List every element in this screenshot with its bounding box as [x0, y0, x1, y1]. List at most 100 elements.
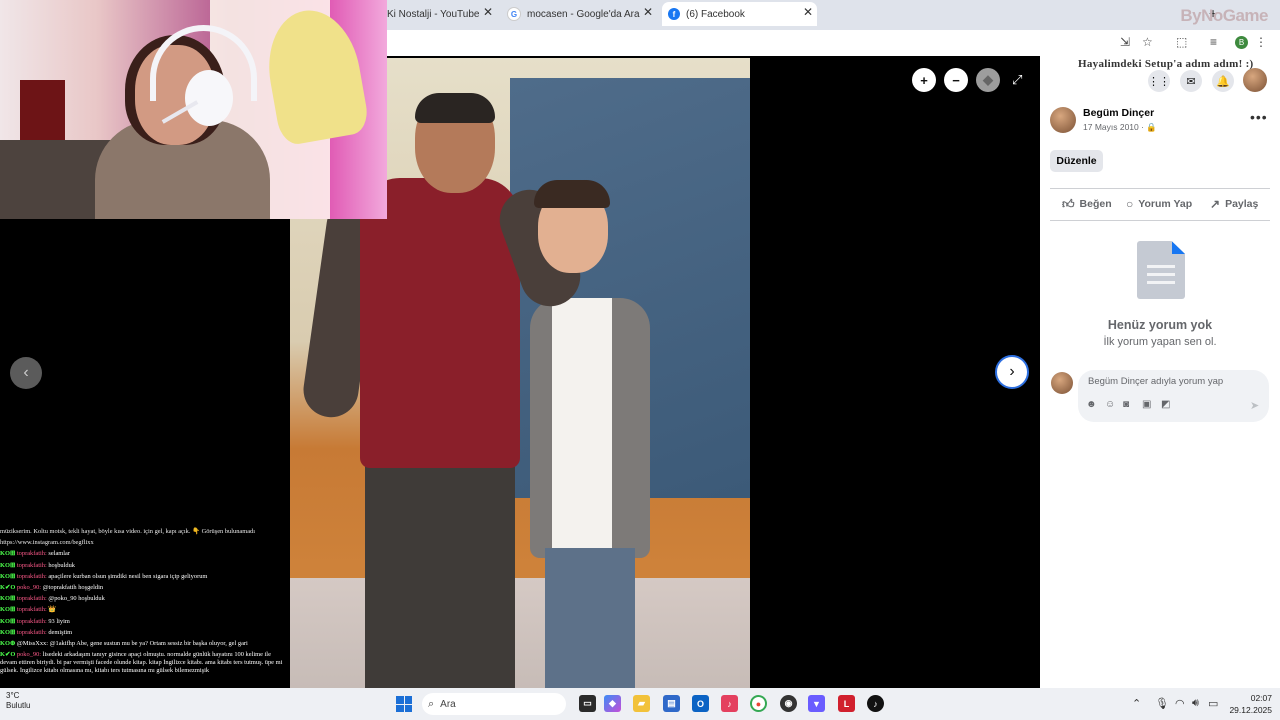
weather-description: Bulutlu	[6, 701, 31, 710]
chat-message: K✔O poko_90: lisedeki arkadaşım tanıyr g…	[0, 651, 283, 675]
extensions-icon[interactable]: ⬚	[1176, 35, 1187, 49]
chat-message: KO⊞ toprakfatih: selamlar	[0, 550, 70, 558]
chat-message: KO⊞ toprakfatih: hoşbulduk	[0, 561, 75, 569]
like-button[interactable]: 👍︎ Beğen	[1062, 196, 1112, 212]
tag-icon: ◆	[983, 72, 993, 87]
start-button[interactable]	[396, 696, 412, 712]
outlook-icon[interactable]: O	[692, 695, 709, 712]
weather-temperature: 3°C	[6, 691, 20, 700]
search-icon: ⌕	[428, 697, 435, 710]
browser-toolbar: ⇲ ☆ ⬚ ≡ B ⋮	[387, 30, 1280, 57]
post-side-panel: Hayalimdeki Setup'a adım adım! :) ⋮⋮ ✉ 🔔…	[1040, 56, 1280, 688]
copilot-icon[interactable]: ◆	[604, 695, 621, 712]
webcam-overlay	[0, 0, 387, 219]
chevron-left-icon: ‹	[23, 364, 29, 381]
comment-input[interactable]	[1086, 375, 1265, 388]
task-view-icon[interactable]: ▭	[579, 695, 596, 712]
chat-message: KO⊕ @MissXxx: @1akifhp Abe, gene sustun …	[0, 640, 248, 648]
tab-label: Ki Nostalji - YouTube	[387, 8, 480, 20]
bookmark-star-icon[interactable]: ☆	[1142, 35, 1153, 49]
chat-intro: müzikserim. Koltu motsk, tekli hayat, bö…	[0, 528, 256, 547]
volume-icon[interactable]: 🔊︎	[1192, 697, 1199, 710]
chat-message: KO⊞ toprakfatih: demiştim	[0, 628, 73, 636]
file-explorer-icon[interactable]: ▰	[633, 695, 650, 712]
comment-composer: ☻ ☺ ◙ ▣ ◩ ➤	[1078, 370, 1269, 422]
battery-icon[interactable]: ▭	[1208, 697, 1218, 710]
chat-message: KO⊞ toprakfatih: 👑	[0, 606, 57, 614]
taskbar-clock[interactable]: 02:07 29.12.2025	[1220, 692, 1272, 716]
search-label: Ara	[440, 698, 456, 710]
send-icon[interactable]: ➤	[1250, 399, 1259, 412]
tab-label: mocasen - Google'da Ara	[527, 8, 640, 20]
close-tab-icon[interactable]: ✕	[803, 5, 813, 19]
l-app-icon[interactable]: L	[838, 695, 855, 712]
facebook-icon: f	[668, 8, 680, 20]
tab-facebook[interactable]: f (6) Facebook ✕	[662, 2, 817, 26]
chat-message: K✔O poko_90: @toprakfatih hoşgeldin	[0, 584, 104, 592]
document-icon	[1137, 241, 1185, 299]
chevron-up-icon[interactable]: ⌃	[1132, 697, 1141, 710]
microphone-icon[interactable]: 🎙︎	[1155, 697, 1169, 710]
install-app-icon[interactable]: ⇲	[1120, 35, 1130, 49]
chevron-right-icon: ›	[1009, 363, 1015, 380]
chrome-icon[interactable]: ●	[750, 695, 767, 712]
tiktok-app-icon[interactable]: ♪	[721, 695, 738, 712]
camera-icon[interactable]: ◙	[1123, 399, 1129, 410]
clock-date: 29.12.2025	[1229, 705, 1272, 715]
close-tab-icon[interactable]: ✕	[483, 5, 493, 19]
close-tab-icon[interactable]: ✕	[643, 5, 653, 19]
panel-top-bar: Hayalimdeki Setup'a adım adım! :) ⋮⋮ ✉ 🔔	[1040, 56, 1280, 96]
share-icon: ↗	[1210, 197, 1221, 211]
commenter-avatar[interactable]	[1051, 372, 1073, 394]
brand-overlay-logo: ByNoGame	[1180, 6, 1268, 25]
tab-strip: Ki Nostalji - YouTube ✕ G mocasen - Goog…	[387, 0, 1280, 30]
next-photo-button[interactable]: ›	[995, 355, 1029, 389]
post-date[interactable]: 17 Mayıs 2010 · 🔒	[1083, 122, 1157, 133]
notifications-icon[interactable]: 🔔	[1212, 70, 1234, 92]
tab-label: (6) Facebook	[686, 8, 745, 20]
profile-avatar[interactable]: B	[1235, 36, 1248, 49]
chat-message: KO⊞ toprakfatih: 93 liyim	[0, 617, 70, 625]
edit-button[interactable]: Düzenle	[1050, 150, 1103, 172]
sticker-icon[interactable]: ◩	[1161, 399, 1170, 410]
thumbs-up-icon: 👍︎	[1062, 196, 1075, 211]
no-comments-subtitle: İlk yorum yapan sen ol.	[1103, 336, 1217, 348]
comment-button[interactable]: ○ Yorum Yap	[1126, 196, 1192, 212]
avatar[interactable]	[1050, 107, 1076, 133]
gif-icon[interactable]: ▣	[1142, 399, 1151, 410]
account-avatar[interactable]	[1243, 68, 1267, 92]
taskbar-search[interactable]: ⌕ Ara	[422, 693, 566, 715]
headphones	[185, 70, 233, 126]
weather-widget[interactable]: 3°C Bulutlu	[6, 691, 30, 711]
no-comments-title: Henüz yorum yok	[1107, 318, 1213, 332]
poster-name[interactable]: Begüm Dinçer	[1083, 107, 1154, 119]
zoom-in-button[interactable]: +	[912, 68, 936, 92]
avatar-sticker-icon[interactable]: ☻	[1086, 399, 1097, 410]
store-icon[interactable]: ▤	[663, 695, 680, 712]
comment-icon: ○	[1126, 197, 1134, 211]
tab-google-search[interactable]: G mocasen - Google'da Ara ✕	[507, 2, 657, 26]
messenger-icon[interactable]: ✉	[1180, 70, 1202, 92]
tab-youtube[interactable]: Ki Nostalji - YouTube ✕	[387, 2, 497, 26]
wifi-icon[interactable]: ◠	[1175, 697, 1185, 710]
prism-icon[interactable]: ▼	[808, 695, 825, 712]
zoom-in-icon: +	[920, 72, 928, 88]
chat-message: KO⊞ toprakfatih: @poko_90 hoşbulduk	[0, 595, 105, 603]
previous-photo-button[interactable]: ‹	[10, 357, 42, 389]
windows-taskbar: 3°C Bulutlu ⌕ Ara ▭ ◆ ▰ ▤ O ♪ ● ◉ ▼ L ♪ …	[0, 688, 1280, 720]
google-icon: G	[507, 7, 521, 21]
tag-button[interactable]: ◆	[976, 68, 1000, 92]
tiktok-icon[interactable]: ♪	[867, 695, 884, 712]
stream-chat-overlay: müzikserim. Koltu motsk, tekli hayat, bö…	[0, 526, 288, 688]
zoom-out-icon: −	[952, 72, 960, 88]
menu-grid-icon[interactable]: ⋮⋮	[1148, 70, 1170, 92]
obs-icon[interactable]: ◉	[780, 695, 797, 712]
menu-icon[interactable]: ⋮	[1255, 35, 1267, 49]
share-button[interactable]: ↗ Paylaş	[1210, 196, 1258, 212]
chat-message: KO⊞ toprakfatih: apaçilere kurban olsun …	[0, 572, 208, 580]
fullscreen-icon[interactable]: ⤢	[1012, 72, 1022, 88]
media-icon[interactable]: ≡	[1210, 35, 1217, 49]
zoom-out-button[interactable]: −	[944, 68, 968, 92]
more-options-icon[interactable]: •••	[1250, 109, 1268, 125]
emoji-icon[interactable]: ☺	[1105, 399, 1115, 410]
